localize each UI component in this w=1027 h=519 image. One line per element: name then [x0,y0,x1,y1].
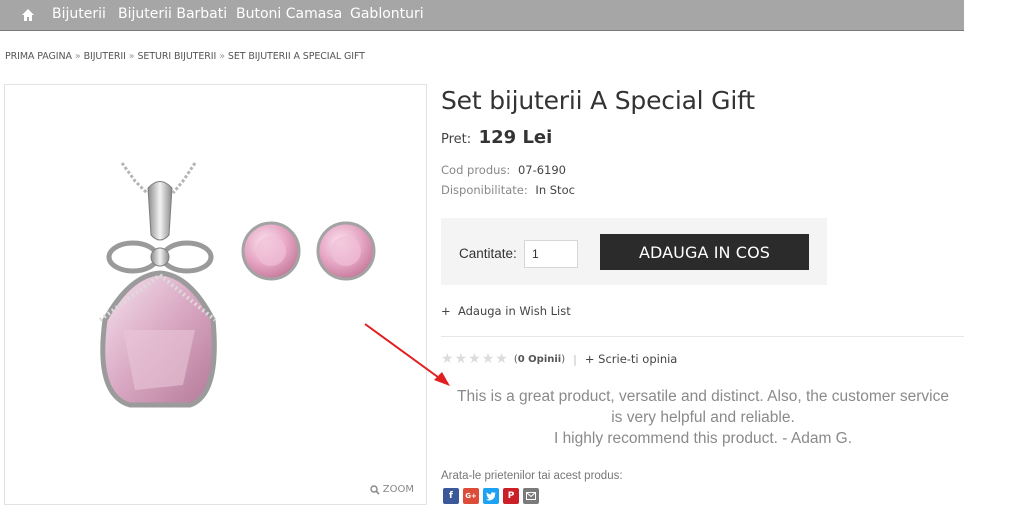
plus-icon: + [584,352,595,366]
testimonial-text: This is a great product, versatile and d… [441,386,965,449]
star-icon: ★ [481,351,495,367]
write-review-link[interactable]: + Scrie-ti opinia [585,352,678,366]
nav-item-gablonturi[interactable]: Gablonturi [350,6,424,22]
product-title: Set bijuterii A Special Gift [441,86,755,115]
reviews-count-link[interactable]: (0 Opinii) [514,354,565,365]
nav-item-bijuterii[interactable]: Bijuterii [52,6,106,22]
pinterest-icon[interactable]: P [503,488,519,504]
facebook-icon[interactable]: f [443,488,459,504]
product-code-row: Cod produs: 07-6190 [441,163,566,177]
annotation-arrow-icon [364,323,450,386]
price-value: 129 Lei [478,127,553,148]
breadcrumb-bijuterii[interactable]: BIJUTERII [84,51,126,62]
email-icon[interactable] [523,488,539,504]
price-row: Pret: 129 Lei [441,127,552,148]
availability-row: Disponibilitate: In Stoc [441,183,575,197]
reviews-count: 0 Opinii [517,353,562,365]
add-to-cart-box: Cantitate: ADAUGA IN COS [441,218,827,285]
breadcrumb: PRIMA PAGINA» BIJUTERII» SETURI BIJUTERII»… [5,51,365,62]
breadcrumb-separator: » [128,51,135,62]
search-icon [370,484,380,495]
plus-icon: + [441,304,451,318]
separator: | [573,352,577,366]
product-code-label: Cod produs: [441,163,511,177]
testimonial-line: is very helpful and reliable. [611,409,795,426]
product-code-value: 07-6190 [517,163,567,177]
breadcrumb-home[interactable]: PRIMA PAGINA [5,51,72,62]
divider [441,336,964,337]
zoom-button[interactable]: ZOOM [370,484,414,495]
testimonial-line: I highly recommend this product. - Adam … [553,430,853,447]
add-to-cart-button[interactable]: ADAUGA IN COS [600,234,809,270]
quantity-input[interactable] [524,240,578,268]
nav-item-bijuterii-barbati[interactable]: Bijuterii Barbati [118,6,227,22]
star-icon: ★ [454,351,468,367]
google-plus-icon[interactable]: G+ [463,488,479,504]
star-icon: ★ [468,351,481,367]
product-image[interactable] [5,85,426,504]
breadcrumb-separator: » [74,51,81,62]
wishlist-label: Adauga in Wish List [457,304,571,318]
home-icon[interactable] [21,8,35,22]
twitter-icon[interactable] [483,488,499,504]
zoom-label: ZOOM [382,484,414,495]
breadcrumb-separator: » [219,51,225,62]
testimonial-line: This is a great product, versatile and d… [457,388,949,405]
breadcrumb-seturi[interactable]: SETURI BIJUTERII [138,51,217,62]
availability-label: Disponibilitate: [441,183,528,197]
add-to-wishlist-link[interactable]: + Adauga in Wish List [441,304,571,318]
write-review-label: Scrie-ti opinia [598,352,678,366]
availability-value: In Stoc [535,183,575,197]
product-image-gallery[interactable]: ZOOM [4,84,427,505]
rating-row: ★ ★ ★ ★ ★ (0 Opinii) | + Scrie-ti opinia [441,352,677,366]
quantity-label: Cantitate: [459,246,517,261]
breadcrumb-current: SET BIJUTERII A SPECIAL GIFT [227,51,365,62]
social-share-buttons: f G+ P [443,488,539,504]
share-label: Arata-le prietenilor tai acest produs: [441,470,623,482]
star-icon: ★ [495,351,508,367]
top-navigation: Bijuterii Bijuterii Barbati Butoni Camas… [0,0,964,31]
price-label: Pret: [441,132,472,147]
nav-item-butoni-camasa[interactable]: Butoni Camasa [236,6,342,22]
